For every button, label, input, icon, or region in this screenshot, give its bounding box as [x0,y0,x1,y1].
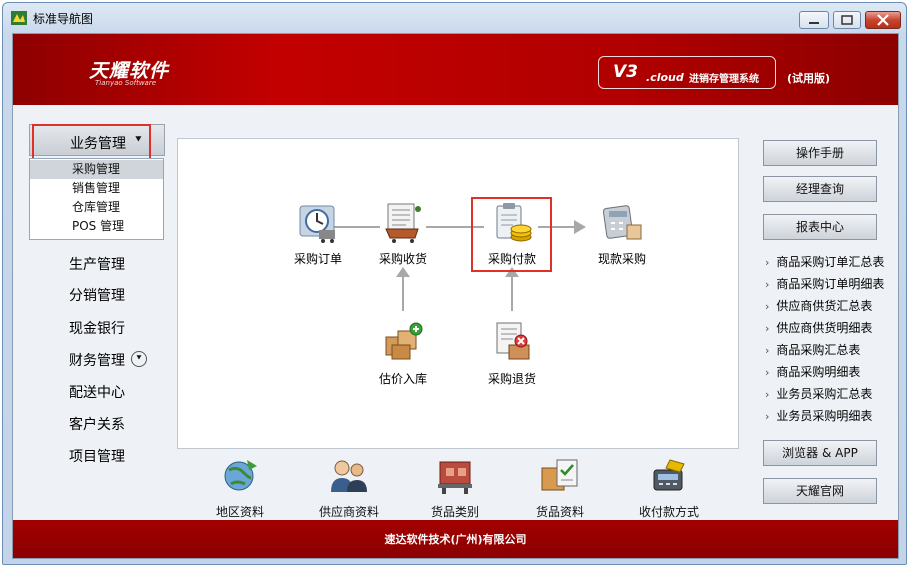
official-site-button[interactable]: 天耀官网 [763,478,877,504]
version-cloud: .cloud [646,71,684,84]
flow-label-purchase-receive: 采购收货 [378,252,427,266]
chevron-right-icon: › [765,256,770,269]
calculator-icon [602,205,642,240]
box-checklist-icon [541,459,578,491]
clock-cart-icon [299,205,335,243]
company-name: 速达软件技术(广州)有限公司 [384,533,527,546]
chevron-right-icon: › [765,410,770,423]
report-link-3[interactable]: › 供应商供货汇总表 [765,297,872,314]
arrow-up-icon [396,267,410,277]
flow-node-cash-purchase[interactable]: 现款采购 [582,203,662,267]
bottom-link-goods-category[interactable]: 货品类别 [410,456,500,520]
manual-button[interactable]: 操作手册 [763,140,877,166]
report-link-5[interactable]: › 商品采购汇总表 [765,341,860,358]
submenu-item-pos[interactable]: POS 管理 [30,217,163,236]
boxes-plus-icon [385,322,423,360]
report-label: 供应商供货明细表 [776,321,873,335]
chevron-right-icon: › [765,366,770,379]
bottom-label-supplier: 供应商资料 [318,505,379,519]
bottom-label-goods-info: 货品资料 [535,505,584,519]
globe-arrow-icon [224,460,257,491]
nav-item-distribution[interactable]: 分销管理 [69,285,125,305]
report-label: 商品采购明细表 [776,365,861,379]
brand-logo-subtitle: Tianyao Software [95,79,157,87]
version-number: V3 [613,62,638,82]
product-name: 进销存管理系统 [689,74,759,85]
chevron-right-icon: › [765,388,770,401]
document-return-icon [496,322,530,360]
submenu-item-warehouse[interactable]: 仓库管理 [30,198,163,217]
flow-label-estimate-stock-in: 估价入库 [378,372,427,386]
close-icon [877,14,889,26]
bottom-label-goods-category: 货品类别 [430,505,479,519]
report-link-6[interactable]: › 商品采购明细表 [765,363,860,380]
window-title: 标准导航图 [33,12,94,26]
flow-label-cash-purchase: 现款采购 [597,252,646,266]
submenu-item-sales[interactable]: 销售管理 [30,179,163,198]
bottom-link-payment-method[interactable]: 收付款方式 [624,456,714,520]
bottom-label-payment-method: 收付款方式 [638,505,699,519]
report-label: 业务员采购明细表 [776,409,873,423]
minimize-button[interactable] [799,11,829,29]
app-icon [11,11,27,25]
trial-badge: (试用版) [787,72,831,85]
report-link-1[interactable]: › 商品采购订单汇总表 [765,253,884,270]
nav-item-crm[interactable]: 客户关系 [69,414,125,434]
payment-highlight-box [471,197,552,272]
browser-app-button[interactable]: 浏览器 & APP [763,440,877,466]
bottom-link-region[interactable]: 地区资料 [195,456,285,520]
maximize-button[interactable] [833,11,861,29]
flow-label-purchase-order: 采购订单 [293,252,342,266]
flow-label-purchase-return: 采购退货 [487,372,536,386]
report-label: 商品采购汇总表 [776,343,861,357]
submenu-item-purchase[interactable]: 采购管理 [30,160,163,179]
flow-connector [511,271,513,311]
report-center-button[interactable]: 报表中心 [763,214,877,240]
maximize-icon [841,15,853,25]
bottom-label-region: 地区资料 [215,505,264,519]
flow-panel: 采购订单 采购收货 采购付款 现款采购 估价入库 采购退货 [177,138,739,449]
main-client-area: 天耀软件 Tianyao Software V3 .cloud 进销存管理系统 … [12,33,899,559]
receipt-cart-icon [385,203,421,243]
flow-node-purchase-return[interactable]: 采购退货 [472,321,552,387]
report-link-7[interactable]: › 业务员采购汇总表 [765,385,872,402]
bottom-link-supplier[interactable]: 供应商资料 [304,456,394,520]
header-banner: 天耀软件 Tianyao Software V3 .cloud 进销存管理系统 … [13,34,898,105]
chevron-right-icon: › [765,278,770,291]
flow-node-purchase-receive[interactable]: 采购收货 [363,203,443,267]
pos-terminal-icon [653,459,685,491]
report-link-2[interactable]: › 商品采购订单明细表 [765,275,884,292]
flow-connector [402,271,404,311]
footer-bar: 速达软件技术(广州)有限公司 [13,520,898,558]
report-label: 供应商供货汇总表 [776,299,873,313]
app-window: 标准导航图 天耀软件 Tianyao Software V3 .cloud 进销… [2,2,907,565]
report-label: 商品采购订单汇总表 [776,255,885,269]
nav-item-delivery[interactable]: 配送中心 [69,382,125,402]
chevron-right-icon: › [765,322,770,335]
nav-item-project[interactable]: 项目管理 [69,446,125,466]
report-label: 商品采购订单明细表 [776,277,885,291]
chevron-right-icon: › [765,344,770,357]
report-label: 业务员采购汇总表 [776,387,873,401]
bottom-link-goods-info[interactable]: 货品资料 [515,456,605,520]
flow-node-estimate-stock-in[interactable]: 估价入库 [363,321,443,387]
chevron-double-down-circle-icon[interactable]: ⯆ [131,351,147,367]
flow-node-purchase-order[interactable]: 采购订单 [278,203,358,267]
nav-item-cash-bank[interactable]: 现金银行 [69,318,125,338]
chevron-right-icon: › [765,300,770,313]
nav-item-finance[interactable]: 财务管理 [69,350,125,370]
minimize-icon [809,22,819,24]
submenu-list: 采购管理 销售管理 仓库管理 POS 管理 [29,158,164,240]
close-button[interactable] [865,11,901,29]
report-link-4[interactable]: › 供应商供货明细表 [765,319,872,336]
title-bar[interactable]: 标准导航图 [3,3,906,33]
report-link-8[interactable]: › 业务员采购明细表 [765,407,872,424]
nav-item-production[interactable]: 生产管理 [69,254,125,274]
shelf-box-icon [438,461,472,494]
people-icon [331,460,367,492]
manager-query-button[interactable]: 经理查询 [763,176,877,202]
